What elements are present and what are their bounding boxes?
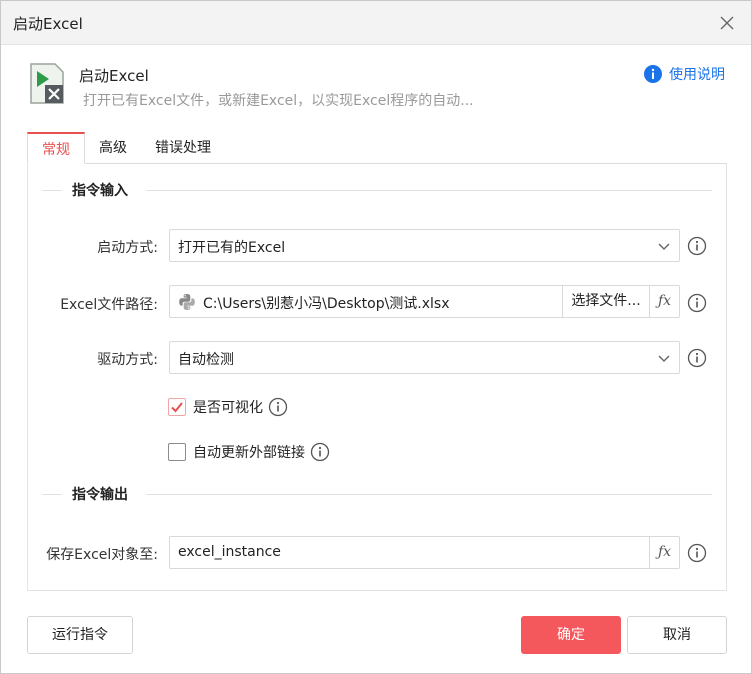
section-input-header: 指令输入 — [42, 180, 712, 200]
settings-panel: 指令输入 启动方式: 打开已有的Excel Excel文件路径: C:\User… — [27, 163, 727, 591]
tab-error-handling[interactable]: 错误处理 — [141, 132, 225, 164]
section-output-title: 指令输出 — [72, 487, 128, 503]
cancel-button[interactable]: 取消 — [627, 616, 727, 654]
visible-option: 是否可视化 — [168, 397, 288, 417]
python-icon — [179, 294, 195, 310]
launch-mode-label: 启动方式: — [97, 240, 158, 256]
update-links-checkbox[interactable] — [168, 443, 186, 461]
file-path-fx-button[interactable]: ƒx — [649, 286, 679, 317]
dialog-window: 启动Excel 启动Excel 打开已有Excel文件，或新建Excel，以实现… — [0, 0, 752, 674]
save-to-label: 保存Excel对象至: — [46, 547, 158, 563]
update-links-label: 自动更新外部链接 — [193, 445, 305, 461]
help-label: 使用说明 — [669, 67, 725, 83]
command-title: 启动Excel — [79, 67, 149, 85]
run-command-button[interactable]: 运行指令 — [27, 616, 133, 654]
close-icon — [720, 16, 734, 30]
file-path-value: C:\Users\别惹小冯\Desktop\测试.xlsx — [203, 296, 450, 312]
section-input-title: 指令输入 — [72, 183, 128, 199]
driver-label: 驱动方式: — [97, 352, 158, 368]
save-to-info-icon[interactable] — [687, 543, 707, 563]
update-links-info-icon[interactable] — [310, 442, 330, 462]
visible-label: 是否可视化 — [193, 400, 263, 416]
file-path-label: Excel文件路径: — [60, 297, 158, 313]
tab-general[interactable]: 常规 — [27, 132, 85, 164]
launch-mode-select[interactable]: 打开已有的Excel — [169, 229, 680, 262]
file-path-info-icon[interactable] — [687, 293, 707, 313]
visible-info-icon[interactable] — [268, 397, 288, 417]
excel-launch-icon — [30, 63, 64, 104]
section-output-header: 指令输出 — [42, 484, 712, 504]
chevron-down-icon — [658, 355, 670, 362]
fx-icon: ƒx — [657, 293, 672, 309]
window-title: 启动Excel — [13, 15, 83, 33]
choose-file-button[interactable]: 选择文件... — [562, 286, 649, 317]
launch-mode-value: 打开已有的Excel — [178, 240, 286, 256]
save-to-input[interactable]: excel_instance ƒx — [169, 536, 680, 569]
info-icon — [644, 65, 662, 83]
help-link[interactable]: 使用说明 — [644, 64, 725, 84]
command-description: 打开已有Excel文件，或新建Excel，以实现Excel程序的自动... — [83, 93, 474, 109]
tab-bar: 常规 高级 错误处理 — [27, 132, 225, 164]
checkmark-icon — [171, 402, 183, 413]
save-to-fx-button[interactable]: ƒx — [649, 537, 679, 568]
visible-checkbox[interactable] — [168, 398, 186, 416]
driver-info-icon[interactable] — [687, 348, 707, 368]
driver-value: 自动检测 — [178, 352, 234, 368]
ok-button[interactable]: 确定 — [521, 616, 621, 654]
tab-advanced[interactable]: 高级 — [85, 132, 141, 164]
launch-mode-info-icon[interactable] — [687, 236, 707, 256]
chevron-down-icon — [658, 243, 670, 250]
file-path-field[interactable]: C:\Users\别惹小冯\Desktop\测试.xlsx 选择文件... ƒx — [169, 285, 680, 318]
title-bar: 启动Excel — [1, 1, 751, 45]
save-to-value: excel_instance — [178, 544, 281, 560]
driver-select[interactable]: 自动检测 — [169, 341, 680, 374]
update-links-option: 自动更新外部链接 — [168, 442, 330, 462]
fx-icon: ƒx — [657, 544, 672, 560]
close-button[interactable] — [715, 11, 739, 35]
